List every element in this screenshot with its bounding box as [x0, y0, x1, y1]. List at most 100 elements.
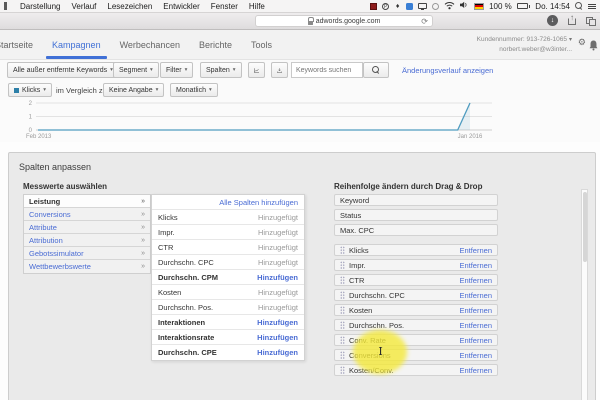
tab-werbechancen[interactable]: Werbechancen — [120, 40, 180, 50]
downloads-icon[interactable]: ↓ — [547, 15, 558, 26]
segment-dropdown[interactable]: Segment ▾ — [113, 62, 159, 78]
chevron-right-icon: » — [141, 263, 145, 270]
metric-action: Hinzugefügt — [257, 302, 298, 312]
columns-dropdown[interactable]: Spalten ▾ — [200, 62, 242, 78]
circled-app-status-icon[interactable]: P — [382, 2, 390, 10]
metric-action[interactable]: Hinzufügen — [257, 333, 298, 342]
metric-row-interaktionsrate: Interaktionsrate Hinzufügen — [152, 330, 304, 345]
metric-dropdown[interactable]: Klicks ▾ — [8, 83, 53, 97]
tab-berichte[interactable]: Berichte — [199, 40, 232, 50]
order-item-klicks[interactable]: Klicks Entfernen — [334, 244, 498, 256]
drag-handle-icon[interactable] — [340, 246, 345, 254]
category-leistung[interactable]: Leistung » — [24, 195, 150, 208]
metric-action: Hinzugefügt — [257, 287, 298, 297]
metric-label: Durchschn. CPE — [158, 348, 217, 357]
x-axis-label: Jan 2016 — [458, 134, 483, 140]
order-item-ctr[interactable]: CTR Entfernen — [334, 274, 498, 286]
caret-down-icon: ▾ — [43, 87, 47, 93]
order-item-max-cpc[interactable]: Max. CPC — [334, 224, 498, 236]
category-wettbewerbswerte[interactable]: Wettbewerbswerte » — [24, 260, 150, 273]
drag-handle-icon[interactable] — [340, 291, 345, 299]
metric-action[interactable]: Hinzufügen — [257, 273, 298, 282]
https-lock-icon — [307, 16, 314, 25]
metric-action[interactable]: Hinzufügen — [257, 348, 298, 357]
metric-row-impr: Impr. Hinzugefügt — [152, 225, 304, 240]
share-icon[interactable]: ↑ — [567, 13, 577, 26]
keyword-search-input[interactable] — [291, 62, 363, 78]
gear-icon[interactable]: ⚙ — [578, 38, 586, 47]
metric-label: Kosten — [158, 287, 182, 297]
tab-kampagnen[interactable]: Kampagnen — [46, 40, 107, 59]
remove-link[interactable]: Entfernen — [459, 366, 492, 375]
category-conversions[interactable]: Conversions » — [24, 208, 150, 221]
german-flag-icon[interactable] — [474, 2, 485, 10]
dialog-scrollbar[interactable] — [581, 189, 588, 400]
keyword-filter-dropdown[interactable]: Alle außer entfernte Keywords ▾ — [7, 62, 119, 78]
change-history-link[interactable]: Änderungsverlauf anzeigen — [402, 66, 493, 75]
download-button[interactable] — [271, 62, 288, 78]
volume-icon[interactable] — [460, 1, 469, 11]
menu-verlauf[interactable]: Verlauf — [71, 2, 96, 11]
display-status-icon[interactable] — [418, 3, 428, 10]
menu-lesezeichen[interactable]: Lesezeichen — [107, 2, 152, 11]
metric-action: Hinzugefügt — [257, 212, 298, 222]
metric-action[interactable]: Hinzufügen — [257, 318, 298, 327]
drag-handle-icon[interactable] — [340, 321, 345, 329]
interval-dropdown[interactable]: Monatlich ▾ — [170, 83, 218, 97]
menu-darstellung[interactable]: Darstellung — [20, 2, 60, 11]
remove-link[interactable]: Entfernen — [459, 261, 492, 270]
dialog-title: Spalten anpassen — [19, 162, 92, 172]
spotlight-search-icon[interactable] — [575, 2, 583, 10]
account-info[interactable]: Kundennummer: 913-726-1065 ▾ norbert.webe… — [477, 35, 572, 55]
bell-icon[interactable] — [589, 38, 598, 56]
search-button[interactable] — [363, 62, 389, 78]
drag-handle-icon[interactable] — [340, 261, 345, 269]
tab-overview-icon[interactable] — [586, 15, 596, 26]
order-item-status[interactable]: Status — [334, 209, 498, 221]
remove-link[interactable]: Entfernen — [459, 246, 492, 255]
category-gebotssimulator[interactable]: Gebotssimulator » — [24, 247, 150, 260]
drag-handle-icon[interactable] — [340, 306, 345, 314]
category-attribute[interactable]: Attribute » — [24, 221, 150, 234]
drag-handle-icon[interactable] — [340, 336, 345, 344]
drag-handle-icon[interactable] — [340, 351, 345, 359]
campaign-toolbar: Alle außer entfernte Keywords ▾ Segment ▾ … — [0, 60, 600, 82]
order-item-label: Durchschn. CPC — [349, 290, 405, 300]
menu-hilfe[interactable]: Hilfe — [249, 2, 265, 11]
wifi-icon[interactable] — [444, 1, 455, 12]
order-item-impr[interactable]: Impr. Entfernen — [334, 259, 498, 271]
notification-center-icon[interactable] — [588, 3, 596, 10]
mask-app-status-icon[interactable]: ♦ — [394, 3, 401, 10]
compare-dropdown[interactable]: Keine Angabe ▾ — [103, 83, 165, 97]
menu-entwickler[interactable]: Entwickler — [163, 2, 199, 11]
remove-link[interactable]: Entfernen — [459, 321, 492, 330]
red-app-status-icon[interactable] — [370, 2, 378, 10]
scrollbar-thumb[interactable] — [582, 192, 587, 262]
filter-dropdown[interactable]: Filter ▾ — [160, 62, 194, 78]
remove-link[interactable]: Entfernen — [459, 276, 492, 285]
chart-toggle-button[interactable] — [248, 62, 265, 78]
order-item-label: Klicks — [349, 245, 369, 255]
timemachine-status-icon[interactable] — [432, 2, 440, 10]
tab-startseite[interactable]: Startseite — [0, 40, 33, 50]
text-cursor-icon: I — [378, 345, 383, 358]
y-tick-label: 2 — [29, 101, 33, 107]
address-bar[interactable]: adwords.google.com ⟳ — [255, 15, 433, 27]
category-attribution[interactable]: Attribution » — [24, 234, 150, 247]
drag-handle-icon[interactable] — [340, 366, 345, 374]
remove-link[interactable]: Entfernen — [459, 291, 492, 300]
tab-tools[interactable]: Tools — [251, 40, 272, 50]
order-item-durchschn-pos[interactable]: Durchschn. Pos. Entfernen — [334, 319, 498, 331]
menu-fenster[interactable]: Fenster — [211, 2, 238, 11]
order-item-durchschn-cpc[interactable]: Durchschn. CPC Entfernen — [334, 289, 498, 301]
remove-link[interactable]: Entfernen — [459, 351, 492, 360]
remove-link[interactable]: Entfernen — [459, 306, 492, 315]
refresh-icon[interactable]: ⟳ — [421, 17, 428, 26]
remove-link[interactable]: Entfernen — [459, 336, 492, 345]
add-all-columns-link[interactable]: Alle Spalten hinzufügen — [219, 198, 298, 207]
blue-app-status-icon[interactable] — [406, 2, 414, 10]
order-item-keyword[interactable]: Keyword — [334, 194, 498, 206]
order-item-kosten[interactable]: Kosten Entfernen — [334, 304, 498, 316]
menubar-clock[interactable]: Do. 14:54 — [535, 2, 570, 11]
drag-handle-icon[interactable] — [340, 276, 345, 284]
